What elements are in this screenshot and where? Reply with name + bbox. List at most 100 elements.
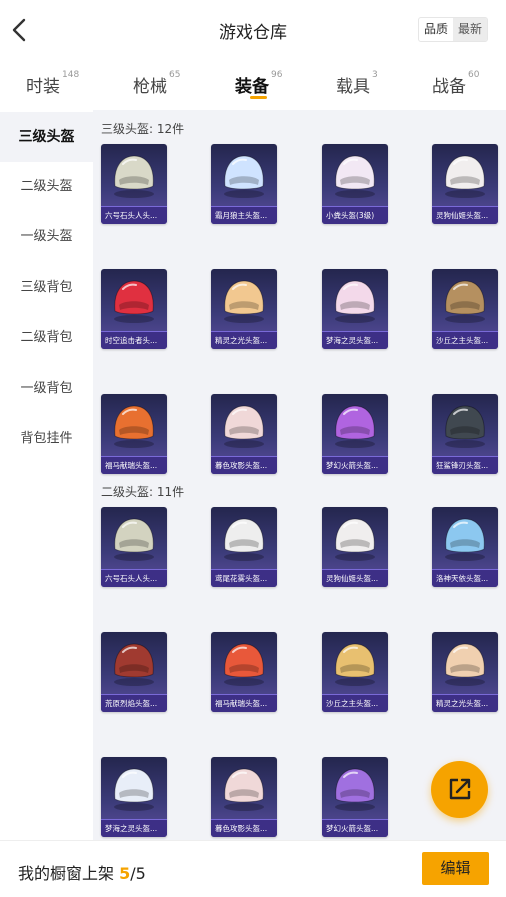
category-tabs: 时装148 枪械65 装备96 载具3 战备60 [0,60,506,110]
tab-count: 65 [169,70,181,80]
item-name: 福马献瑞头盔... [101,456,167,474]
item-name: 狂鲨锋刃头盔... [432,456,498,474]
item-name: 六号石头人头... [101,569,167,587]
item-name: 暮色攻影头盔... [211,456,277,474]
tab-vehicles[interactable]: 载具3 [336,70,378,97]
item-card[interactable]: 福马献瑞头盔... [211,632,277,712]
item-name: 梦幻火箭头盔... [322,819,388,837]
sidebar-item-level3-backpack[interactable]: 三级背包 [0,263,93,313]
item-card[interactable]: 六号石头人头... [101,144,167,224]
item-name: 沙丘之主头盔... [322,694,388,712]
tab-count: 148 [62,70,80,80]
item-card[interactable]: 福马献瑞头盔... [101,394,167,474]
sidebar: 三级头盔 二级头盔 一级头盔 三级背包 二级背包 一级背包 背包挂件 [0,110,93,840]
edit-button[interactable]: 编辑 [422,852,489,885]
sidebar-item-backpack-pendant[interactable]: 背包挂件 [0,414,93,464]
helmet-icon [335,405,375,448]
tab-supplies[interactable]: 战备60 [432,70,480,97]
item-card[interactable]: 六号石头人头... [101,507,167,587]
item-name: 精灵之光头盔... [432,694,498,712]
item-card[interactable]: 梦海之灵头盔... [101,757,167,837]
item-card[interactable]: 小粪头盔(3级) [322,144,388,224]
sidebar-item-level1-helmet[interactable]: 一级头盔 [0,212,93,262]
sidebar-item-level1-backpack[interactable]: 一级背包 [0,364,93,414]
helmet-icon [445,155,485,198]
helmet-icon [445,405,485,448]
helmet-icon [335,518,375,561]
item-name: 暮色攻影头盔... [211,819,277,837]
item-name: 梦幻火箭头盔... [322,456,388,474]
showcase-count-total: 5 [135,864,146,883]
helmet-icon [114,280,154,323]
item-name: 洛神天依头盔... [432,569,498,587]
item-card[interactable]: 灵狗仙姬头盔... [322,507,388,587]
item-card[interactable]: 梦幻火箭头盔... [322,394,388,474]
item-name: 六号石头人头... [101,206,167,224]
helmet-icon [335,155,375,198]
item-card[interactable]: 暮色攻影头盔... [211,394,277,474]
helmet-icon [335,280,375,323]
tab-label: 枪械 [133,77,167,97]
sort-quality-button[interactable]: 品质 [419,18,453,41]
item-grid: 三级头盔: 12件 二级头盔: 11件 六号石头人头... 霜月狼主头盔... 小粪… [93,110,506,840]
sidebar-item-level2-backpack[interactable]: 二级背包 [0,313,93,363]
item-name: 福马献瑞头盔... [211,694,277,712]
tab-count: 3 [372,70,378,80]
helmet-icon [114,643,154,686]
item-card[interactable]: 时空追击者头... [101,269,167,349]
item-name: 沙丘之主头盔... [432,331,498,349]
helmet-icon [224,768,264,811]
item-card[interactable]: 沙丘之主头盔... [322,632,388,712]
showcase-count-current: 5 [119,864,131,883]
item-card[interactable]: 荒原烈焰头盔... [101,632,167,712]
item-name: 梦海之灵头盔... [101,819,167,837]
tab-firearms[interactable]: 枪械65 [133,70,181,97]
helmet-icon [445,518,485,561]
sidebar-item-level3-helmet[interactable]: 三级头盔 [0,112,93,162]
item-card[interactable]: 沙丘之主头盔... [432,269,498,349]
item-card[interactable]: 洛神天依头盔... [432,507,498,587]
helmet-icon [224,155,264,198]
sort-newest-button[interactable]: 最新 [452,18,487,41]
item-card[interactable]: 梦幻火箭头盔... [322,757,388,837]
tab-label: 装备 [235,77,269,97]
sort-toggle: 品质 最新 [417,17,488,42]
item-card[interactable]: 梦海之灵头盔... [322,269,388,349]
item-card[interactable]: 暮色攻影头盔... [211,757,277,837]
sidebar-item-level2-helmet[interactable]: 二级头盔 [0,162,93,212]
showcase-text: 我的橱窗上架 [18,864,115,883]
helmet-icon [114,768,154,811]
helmet-icon [335,768,375,811]
item-card[interactable]: 鸢尾花雾头盔... [211,507,277,587]
helmet-icon [445,280,485,323]
tab-count: 96 [271,70,283,80]
helmet-icon [224,280,264,323]
item-card[interactable]: 灵狗仙姬头盔... [432,144,498,224]
item-name: 灵狗仙姬头盔... [432,206,498,224]
showcase-bar: 我的橱窗上架 5/5 编辑 [0,840,506,897]
tab-label: 载具 [336,77,370,97]
item-name: 霜月狼主头盔... [211,206,277,224]
share-button[interactable] [431,761,488,818]
helmet-icon [114,518,154,561]
helmet-icon [114,155,154,198]
tab-label: 战备 [432,77,466,97]
tab-fashion[interactable]: 时装148 [26,70,80,97]
section-title: 二级头盔: 11件 [101,485,185,499]
item-card[interactable]: 狂鲨锋刃头盔... [432,394,498,474]
item-card[interactable]: 精灵之光头盔... [432,632,498,712]
active-tab-indicator [250,96,267,99]
header: 游戏仓库 品质 最新 [0,0,506,60]
item-name: 鸢尾花雾头盔... [211,569,277,587]
helmet-icon [445,643,485,686]
section-title: 三级头盔: 12件 [101,122,185,136]
item-name: 灵狗仙姬头盔... [322,569,388,587]
item-name: 小粪头盔(3级) [322,206,388,224]
tab-count: 60 [468,70,480,80]
tab-equipment[interactable]: 装备96 [235,70,283,97]
helmet-icon [114,405,154,448]
item-name: 时空追击者头... [101,331,167,349]
item-name: 精灵之光头盔... [211,331,277,349]
item-card[interactable]: 精灵之光头盔... [211,269,277,349]
item-card[interactable]: 霜月狼主头盔... [211,144,277,224]
